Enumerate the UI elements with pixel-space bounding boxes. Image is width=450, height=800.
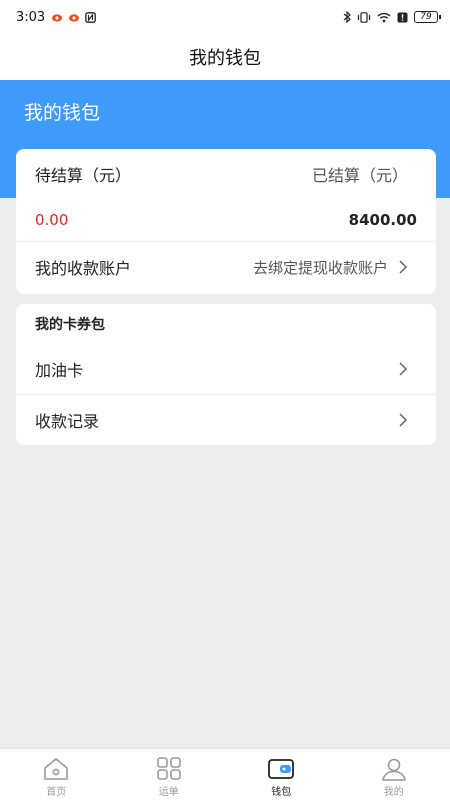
user-icon (379, 756, 409, 782)
coupon-section-title: 我的卡券包 (35, 317, 105, 333)
status-bar: 3:03 79 (0, 0, 450, 34)
balance-labels: 待结算（元） 已结算（元） (16, 149, 436, 199)
receiving-account-label: 我的收款账户 (35, 259, 132, 278)
tab-bar: 首页 运单 钱包 我的 (0, 748, 450, 800)
chevron-right-icon (398, 260, 410, 274)
grid-icon (154, 756, 184, 782)
wifi-icon (377, 12, 391, 22)
tab-mine-label: 我的 (383, 787, 404, 798)
pending-label: 待结算（元） (35, 166, 132, 185)
alert-icon (397, 12, 408, 22)
wallet-icon (266, 756, 296, 782)
balance-card: 待结算（元） 已结算（元） 0.00 8400.00 我的收款账户 去绑定提现收… (16, 149, 436, 294)
balance-values: 0.00 8400.00 (16, 199, 436, 241)
pending-amount: 0.00 (35, 211, 69, 229)
chevron-right-icon (398, 362, 410, 376)
coupon-card: 我的卡券包 加油卡 收款记录 (16, 304, 436, 445)
nfc-icon (85, 11, 97, 23)
tab-waybill[interactable]: 运单 (113, 749, 226, 800)
tab-waybill-label: 运单 (158, 787, 179, 798)
weibo-icon (69, 14, 80, 22)
home-icon (41, 756, 71, 782)
tab-home-label: 首页 (46, 787, 67, 798)
header-title: 我的钱包 (24, 102, 101, 124)
nav-bar: 我的钱包 (0, 34, 450, 80)
settled-label: 已结算（元） (311, 166, 408, 185)
notification-icons (51, 11, 97, 23)
status-time: 3:03 (16, 9, 46, 25)
weibo-icon (52, 14, 63, 22)
bluetooth-icon (343, 11, 351, 23)
fuel-card-row[interactable]: 加油卡 (16, 344, 436, 394)
settled-amount: 8400.00 (348, 211, 417, 229)
receiving-account-row[interactable]: 我的收款账户 去绑定提现收款账户 (16, 241, 436, 292)
tab-wallet[interactable]: 钱包 (225, 749, 338, 800)
page-title: 我的钱包 (189, 48, 261, 69)
battery-icon: 79 (414, 11, 441, 23)
payment-records-row[interactable]: 收款记录 (16, 394, 436, 444)
tab-wallet-label: 钱包 (271, 787, 292, 798)
chevron-right-icon (398, 412, 410, 427)
bind-account-link[interactable]: 去绑定提现收款账户 (253, 257, 388, 278)
vibrate-icon (357, 11, 371, 23)
tab-home[interactable]: 首页 (0, 749, 113, 800)
fuel-card-label: 加油卡 (35, 361, 84, 380)
payment-records-label: 收款记录 (35, 411, 100, 431)
tab-mine[interactable]: 我的 (338, 749, 450, 800)
